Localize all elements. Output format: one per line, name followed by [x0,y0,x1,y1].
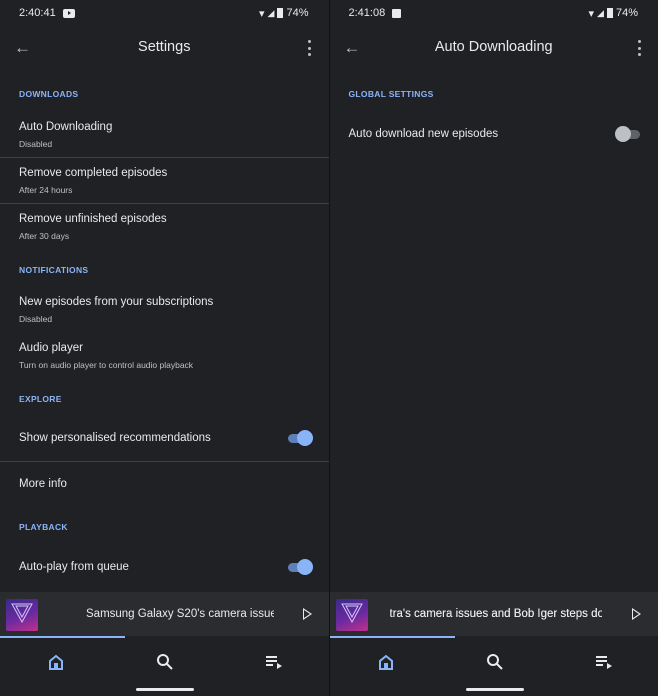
clock: 2:41:08 [348,7,386,19]
item-subtitle: Disabled [19,314,53,324]
play-icon[interactable] [632,608,641,620]
auto-play-item[interactable]: Auto-play from queue [0,545,329,590]
audio-player-item[interactable]: Audio player Turn on audio player to cont… [0,333,329,378]
page-title: Auto Downloading [434,39,553,55]
home-icon[interactable] [46,652,66,672]
item-title: Audio player [19,342,83,354]
remove-unfinished-item[interactable]: Remove unfinished episodes After 30 days [0,204,329,249]
settings-screen: 2:40:41 ▾ ◢ 74% ← Settings DOWNLOADS Auto … [0,0,329,696]
item-title: Auto Downloading [19,121,113,133]
gesture-handle [136,688,194,691]
item-subtitle: Turn on audio player to control audio pl… [19,360,194,370]
item-title: New episodes from your subscriptions [19,296,214,308]
auto-download-toggle[interactable] [615,126,642,142]
image-icon [392,8,402,18]
page-title: Settings [138,39,191,55]
item-title: More info [19,478,67,490]
podcast-artwork [335,599,368,631]
new-episodes-item[interactable]: New episodes from your subscriptions Disa… [0,287,329,332]
play-icon[interactable] [302,608,312,620]
battery-level: 74% [615,7,638,19]
recommendations-toggle[interactable] [286,430,313,446]
auto-download-new-episodes-item[interactable]: Auto download new episodes [330,112,658,157]
more-options-icon[interactable] [636,40,642,56]
item-subtitle: After 30 days [19,231,70,241]
auto-downloading-screen: 2:41:08 ▾ ◢ 74% ← Auto Downloading GLOBAL … [329,0,658,696]
item-title: Show personalised recommendations [19,432,211,444]
item-subtitle: Disabled [19,139,53,149]
section-downloads: DOWNLOADS [19,89,79,99]
item-title: Remove completed episodes [19,167,168,179]
wifi-icon: ▾ [259,7,265,20]
search-icon[interactable] [155,652,175,672]
auto-play-toggle[interactable] [286,559,313,575]
item-subtitle: After 24 hours [19,185,73,195]
queue-icon[interactable] [594,652,614,672]
more-options-icon[interactable] [307,40,313,56]
battery-icon [606,8,613,18]
youtube-icon [62,8,75,18]
gesture-handle [465,688,524,691]
battery-icon [277,8,284,18]
status-bar: 2:40:41 ▾ ◢ 74% [19,6,309,20]
mini-player[interactable]: Samsung Galaxy S20 Ultra's camera issues… [329,592,658,636]
mini-player[interactable]: Samsung Galaxy S20's camera issues and B… [0,592,329,636]
item-title: Auto-play from queue [19,561,129,573]
section-explore: EXPLORE [19,394,62,404]
more-info-item[interactable]: More info [0,462,329,507]
podcast-artwork [6,599,38,631]
battery-level: 74% [286,7,309,19]
item-title: Remove unfinished episodes [19,213,167,225]
status-bar: 2:41:08 ▾ ◢ 74% [349,6,639,20]
clock: 2:40:41 [19,7,56,19]
queue-icon[interactable] [264,652,284,672]
search-icon[interactable] [485,652,505,672]
signal-icon: ◢ [267,7,275,18]
personalised-recommendations-item[interactable]: Show personalised recommendations [0,416,329,461]
auto-downloading-item[interactable]: Auto Downloading Disabled [0,112,329,157]
episode-title-marquee[interactable]: Samsung Galaxy S20 Ultra's camera issues… [390,608,602,622]
signal-icon: ◢ [597,7,604,18]
section-notifications: NOTIFICATIONS [19,265,89,275]
remove-completed-item[interactable]: Remove completed episodes After 24 hours [0,158,329,203]
wifi-icon: ▾ [588,7,595,20]
item-title: Auto download new episodes [348,128,499,140]
section-playback: PLAYBACK [19,522,68,532]
section-global-settings: GLOBAL SETTINGS [348,89,434,99]
episode-title[interactable]: Samsung Galaxy S20's camera issues and B… [86,608,274,622]
home-icon[interactable] [376,652,396,672]
episode-title-visible-fragment: tra's camera issues and Bob Iger steps d… [389,608,602,620]
